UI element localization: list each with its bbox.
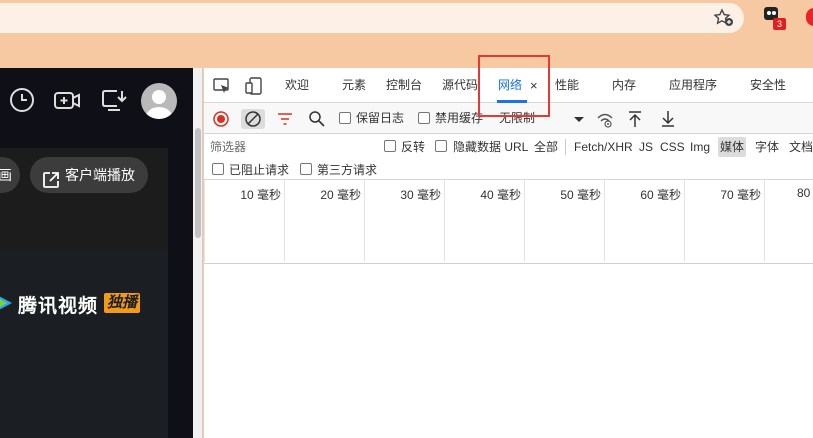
filter-input[interactable]: 筛选器 xyxy=(208,137,374,157)
exclusive-badge: 独播 xyxy=(104,293,141,313)
blocked-requests-checkbox[interactable] xyxy=(212,163,224,175)
tick-label: 50 毫秒 xyxy=(560,188,601,202)
external-open-icon xyxy=(42,166,60,188)
filter-type-fetch-xhr[interactable]: Fetch/XHR xyxy=(572,137,635,157)
download-icon[interactable] xyxy=(658,109,678,129)
device-toolbar-icon[interactable] xyxy=(244,76,264,96)
filter-separator xyxy=(565,139,566,155)
browser-toolbar: 3 xyxy=(0,0,813,68)
video-add-icon[interactable] xyxy=(53,86,81,114)
clear-icon[interactable] xyxy=(241,109,265,129)
video-controls-area: 画 客户端播放 xyxy=(0,148,168,250)
inspect-element-icon[interactable] xyxy=(212,76,232,96)
hide-data-url-label: 隐藏数据 URL xyxy=(453,140,529,154)
network-overview-timeline[interactable]: 10 毫秒 20 毫秒 30 毫秒 40 毫秒 50 毫秒 60 毫秒 70 毫… xyxy=(204,180,813,312)
tab-application[interactable]: 应用程序 xyxy=(669,68,717,103)
tab-memory[interactable]: 内存 xyxy=(612,68,636,103)
tick-label: 70 毫秒 xyxy=(720,188,761,202)
network-conditions-icon[interactable] xyxy=(595,109,615,129)
extension-icon[interactable]: 3 xyxy=(763,6,787,30)
tick-label: 30 毫秒 xyxy=(400,188,441,202)
client-play-label: 客户端播放 xyxy=(65,167,135,183)
play-logo-icon xyxy=(0,292,14,314)
client-play-button[interactable]: 客户端播放 xyxy=(30,157,148,193)
tick-label: 10 毫秒 xyxy=(240,188,281,202)
filter-type-doc[interactable]: 文档 xyxy=(787,137,813,157)
timeline-tick: 70 毫秒 xyxy=(684,180,764,262)
avatar[interactable] xyxy=(141,83,177,119)
filter-type-css[interactable]: CSS xyxy=(658,137,687,157)
filter-bar: 筛选器 反转 隐藏数据 URL 全部 Fetch/XHR JS CSS Img … xyxy=(204,134,813,180)
extension-badge: 3 xyxy=(773,18,786,30)
timeline-tick: 40 毫秒 xyxy=(444,180,524,262)
tick-label: 40 毫秒 xyxy=(480,188,521,202)
timeline-tick: 50 毫秒 xyxy=(524,180,604,262)
chevron-down-icon[interactable] xyxy=(573,109,585,129)
timeline-tick: 30 毫秒 xyxy=(364,180,444,262)
star-add-icon[interactable] xyxy=(713,8,735,28)
tab-security[interactable]: 安全性 xyxy=(750,68,786,103)
disable-cache-checkbox[interactable] xyxy=(418,112,430,124)
timeline-tick: 10 毫秒 xyxy=(204,180,284,262)
record-icon[interactable] xyxy=(211,109,231,129)
web-page: 画 客户端播放 腾讯视频 独播 xyxy=(0,68,193,438)
third-party-checkbox[interactable] xyxy=(300,163,312,175)
filter-type-img[interactable]: Img xyxy=(688,137,712,157)
invert-label: 反转 xyxy=(401,140,426,154)
filter-icon[interactable] xyxy=(275,109,295,129)
download-screen-icon[interactable] xyxy=(100,86,128,114)
tab-elements[interactable]: 元素 xyxy=(342,68,366,103)
third-party-label: 第三方请求 xyxy=(317,163,378,177)
annotation-highlight-box xyxy=(478,55,550,117)
filter-type-all[interactable]: 全部 xyxy=(532,137,560,157)
blocked-requests-label: 已阻止请求 xyxy=(229,163,290,177)
timeline-tick: 60 毫秒 xyxy=(604,180,684,262)
timeline-tick: 20 毫秒 xyxy=(284,180,364,262)
page-scrollbar[interactable] xyxy=(193,68,203,438)
address-bar[interactable] xyxy=(0,3,744,33)
devtools-panel: 欢迎 元素 控制台 源代码 网络 × 性能 内存 应用程序 安全性 保留日志 禁… xyxy=(204,68,813,438)
filter-type-js[interactable]: JS xyxy=(637,137,655,157)
search-icon[interactable] xyxy=(307,109,327,129)
history-icon[interactable] xyxy=(8,86,36,114)
profile-icon[interactable] xyxy=(806,8,813,26)
invert-checkbox[interactable] xyxy=(384,140,396,152)
page-header xyxy=(0,68,193,148)
scrollbar-thumb[interactable] xyxy=(195,128,201,238)
preserve-log-label: 保留日志 xyxy=(356,111,405,125)
tick-label: 60 毫秒 xyxy=(640,188,681,202)
timeline-tick: 80 xyxy=(764,180,813,262)
tab-console[interactable]: 控制台 xyxy=(386,68,422,103)
request-list-area[interactable] xyxy=(204,264,813,438)
filter-type-font[interactable]: 字体 xyxy=(753,137,781,157)
disable-cache-label: 禁用缓存 xyxy=(435,111,484,125)
tab-performance[interactable]: 性能 xyxy=(555,68,579,103)
preserve-log-checkbox[interactable] xyxy=(339,112,351,124)
tick-label: 20 毫秒 xyxy=(320,188,361,202)
pill-left-label: 画 xyxy=(0,167,12,183)
upload-icon[interactable] xyxy=(625,109,645,129)
tab-sources[interactable]: 源代码 xyxy=(442,68,478,103)
hide-data-url-checkbox[interactable] xyxy=(435,140,447,152)
tab-welcome[interactable]: 欢迎 xyxy=(285,68,309,103)
brand-text: 腾讯视频 xyxy=(18,296,99,317)
filter-type-media[interactable]: 媒体 xyxy=(718,137,747,157)
pill-left-button[interactable]: 画 xyxy=(0,157,20,193)
tick-label: 80 xyxy=(797,186,811,200)
video-player[interactable]: 腾讯视频 独播 xyxy=(0,250,168,438)
